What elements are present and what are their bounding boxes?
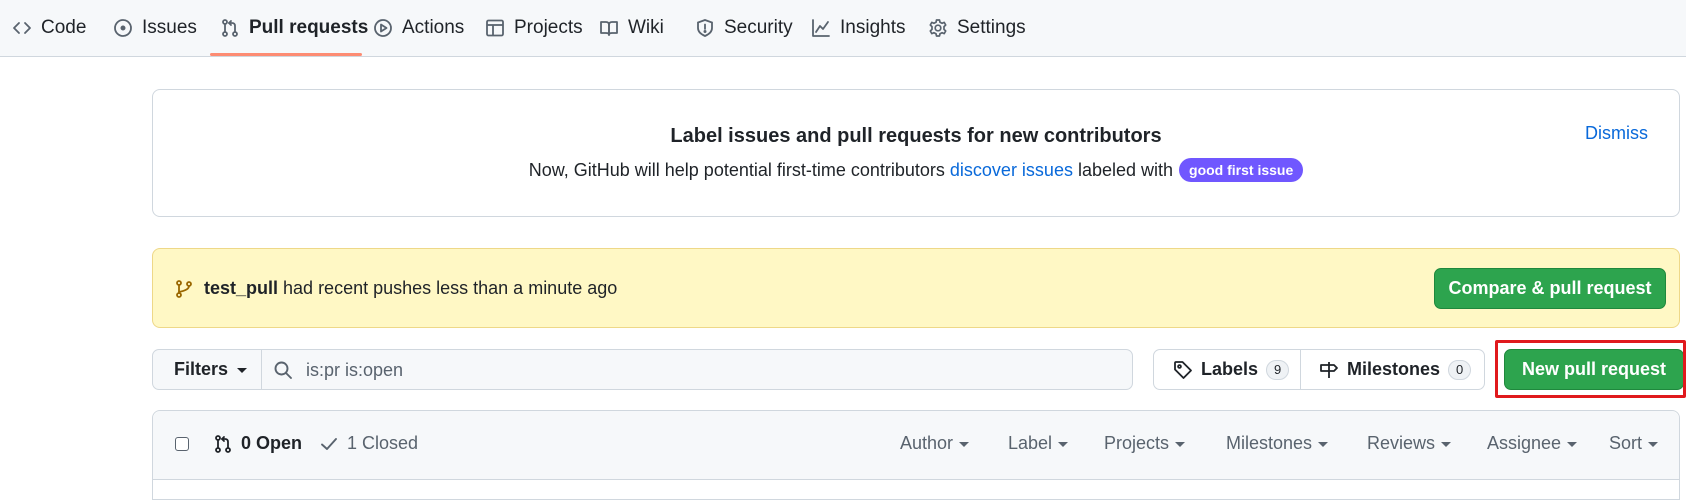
tab-code-label: Code — [41, 17, 87, 38]
recent-push-text: test_pull had recent pushes less than a … — [204, 278, 617, 299]
tab-insights-label: Insights — [840, 17, 906, 38]
good-first-issue-label[interactable]: good first issue — [1179, 158, 1304, 182]
milestones-menu[interactable]: Milestones — [1226, 433, 1329, 454]
banner-title: Label issues and pull requests for new c… — [670, 125, 1162, 147]
milestones-count: 0 — [1448, 359, 1472, 380]
assignee-menu[interactable]: Assignee — [1487, 433, 1578, 454]
play-icon — [373, 18, 393, 38]
git-pull-request-icon — [220, 18, 240, 38]
banner-text-before: Now, GitHub will help potential first-ti… — [528, 159, 945, 180]
new-pull-request-button[interactable]: New pull request — [1504, 349, 1684, 390]
tab-actions-label: Actions — [402, 17, 465, 38]
issue-opened-icon — [113, 18, 133, 38]
closed-count: 1 Closed — [347, 433, 419, 453]
tab-wiki[interactable]: Wiki — [599, 0, 664, 56]
repo-nav: Code Issues Pull requests Actions Projec… — [0, 0, 1686, 57]
milestones-menu-label: Milestones — [1226, 433, 1313, 453]
sort-menu-label: Sort — [1609, 433, 1643, 453]
filters-label: Filters — [174, 359, 229, 379]
compare-pull-request-button[interactable]: Compare & pull request — [1434, 268, 1666, 309]
tab-settings-label: Settings — [957, 17, 1026, 38]
chevron-down-icon — [1648, 442, 1659, 447]
git-branch-icon — [175, 279, 193, 299]
dismiss-button[interactable]: Dismiss — [1585, 123, 1648, 144]
tab-pull-requests[interactable]: Pull requests — [220, 0, 368, 56]
label-menu[interactable]: Label — [1008, 433, 1069, 454]
table-icon — [485, 18, 505, 38]
labels-button[interactable]: Labels 9 — [1173, 350, 1290, 389]
tab-issues[interactable]: Issues — [113, 0, 197, 56]
open-count: 0 Open — [241, 433, 303, 453]
tab-security-label: Security — [724, 17, 793, 38]
tab-wiki-label: Wiki — [628, 17, 664, 38]
graph-icon — [811, 18, 831, 38]
tab-settings[interactable]: Settings — [928, 0, 1026, 56]
banner-text: Now, GitHub will help potential first-ti… — [153, 158, 1679, 182]
closed-filter[interactable]: 1 Closed — [319, 433, 418, 454]
filters-button[interactable]: Filters — [152, 349, 262, 390]
book-icon — [599, 18, 619, 38]
chevron-down-icon — [1318, 442, 1329, 447]
reviews-menu-label: Reviews — [1367, 433, 1436, 453]
banner-text-after: labeled with — [1077, 159, 1174, 180]
chevron-down-icon — [1058, 442, 1069, 447]
labels-milestones-group: Labels 9 Milestones 0 — [1153, 349, 1485, 390]
milestones-label: Milestones — [1347, 359, 1441, 379]
tab-security[interactable]: Security — [695, 0, 793, 56]
author-menu[interactable]: Author — [900, 433, 970, 454]
label-menu-label: Label — [1008, 433, 1053, 453]
search-icon — [273, 360, 293, 380]
contributor-banner: Label issues and pull requests for new c… — [152, 89, 1680, 217]
pull-request-list: 0 Open 1 Closed Author Label Projects Mi… — [152, 410, 1680, 500]
projects-menu[interactable]: Projects — [1104, 433, 1186, 454]
reviews-menu[interactable]: Reviews — [1367, 433, 1452, 454]
code-icon — [12, 18, 32, 38]
milestones-button[interactable]: Milestones 0 — [1319, 350, 1472, 389]
select-all-checkbox[interactable] — [175, 437, 189, 451]
shield-icon — [695, 18, 715, 38]
labels-milestones-divider — [1300, 350, 1301, 389]
chevron-down-icon — [1441, 442, 1452, 447]
projects-menu-label: Projects — [1104, 433, 1170, 453]
sort-menu[interactable]: Sort — [1609, 433, 1659, 454]
tab-code[interactable]: Code — [12, 0, 86, 56]
chevron-down-icon — [1175, 442, 1186, 447]
labels-label: Labels — [1201, 359, 1259, 379]
discover-issues-link[interactable]: discover issues — [950, 160, 1073, 181]
tab-actions[interactable]: Actions — [373, 0, 464, 56]
tag-icon — [1173, 360, 1193, 380]
search-input[interactable] — [304, 350, 1108, 391]
milestone-icon — [1319, 360, 1339, 380]
tab-pull-requests-label: Pull requests — [249, 17, 369, 38]
author-menu-label: Author — [900, 433, 954, 453]
selected-tab-underline — [210, 53, 362, 56]
chevron-down-icon — [237, 368, 248, 373]
list-header: 0 Open 1 Closed Author Label Projects Mi… — [153, 411, 1679, 480]
tab-insights[interactable]: Insights — [811, 0, 905, 56]
assignee-menu-label: Assignee — [1487, 433, 1562, 453]
check-icon — [319, 434, 339, 454]
branch-name[interactable]: test_pull — [204, 278, 278, 298]
tab-projects[interactable]: Projects — [485, 0, 583, 56]
search-box[interactable] — [261, 349, 1133, 391]
labels-count: 9 — [1266, 359, 1290, 380]
chevron-down-icon — [959, 442, 970, 447]
tab-projects-label: Projects — [514, 17, 583, 38]
git-pull-request-icon — [213, 434, 233, 454]
chevron-down-icon — [1567, 442, 1578, 447]
tab-issues-label: Issues — [142, 17, 197, 38]
open-filter[interactable]: 0 Open — [213, 433, 302, 454]
recent-push-message: had recent pushes less than a minute ago — [283, 278, 618, 298]
gear-icon — [928, 18, 948, 38]
